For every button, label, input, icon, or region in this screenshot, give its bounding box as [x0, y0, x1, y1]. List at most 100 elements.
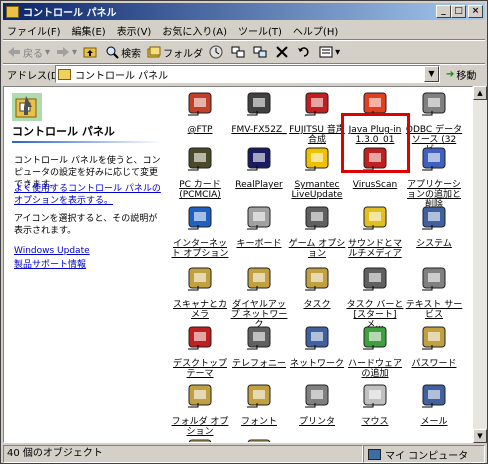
- addremove-icon: [422, 147, 446, 171]
- undo-button[interactable]: [297, 45, 313, 59]
- undo-icon: [298, 47, 309, 57]
- back-arrow-icon: [8, 47, 20, 57]
- menu-file[interactable]: ファイル(F): [7, 23, 61, 38]
- back-button[interactable]: 戻る ▾: [7, 45, 50, 60]
- control-panel-item[interactable]: FMV-FX52Z_: [229, 87, 289, 135]
- title-bar[interactable]: コントロール パネル _ □ ×: [3, 3, 485, 20]
- control-panel-item[interactable]: RealPlayer: [229, 142, 289, 190]
- control-panel-item[interactable]: テレフォニー: [229, 321, 289, 369]
- tasks-icon: [305, 267, 329, 291]
- select-hint-text: アイコンを選択すると、その説明が表示されます。: [14, 214, 158, 236]
- control-panel-item[interactable]: キーボード: [229, 201, 289, 249]
- control-panel-item-label: プリンタ: [298, 417, 335, 427]
- address-input[interactable]: コントロール パネル ▼: [55, 65, 440, 83]
- status-bar: 40 個のオブジェクト マイ コンピュータ: [3, 445, 485, 463]
- control-panel-item[interactable]: デスクトップ テーマ: [170, 321, 230, 379]
- control-panel-item-label: @FTP: [187, 125, 213, 135]
- go-button[interactable]: ➔ 移動: [446, 67, 476, 82]
- control-panel-item-label: メール: [420, 417, 448, 427]
- control-panel-item[interactable]: システム: [404, 201, 464, 249]
- control-panel-item[interactable]: ハードウェアの追加: [345, 321, 405, 379]
- pccard-icon: [188, 147, 212, 171]
- forward-arrow-icon: [57, 47, 70, 57]
- control-panel-item-label: キーボード: [236, 239, 282, 249]
- control-panel-item[interactable]: ゲーム オプション: [287, 201, 347, 259]
- control-panel-item-label: インターネット オプション: [171, 239, 229, 259]
- delete-button[interactable]: [275, 45, 291, 59]
- control-panel-item[interactable]: フォント: [229, 379, 289, 427]
- up-button[interactable]: [83, 45, 99, 59]
- mouse-icon: [363, 384, 387, 408]
- vertical-scrollbar[interactable]: ▲ ▼: [473, 86, 487, 443]
- password-icon: [422, 326, 446, 350]
- control-panel-item[interactable]: @FTP: [170, 87, 230, 135]
- folders-icon: [147, 46, 161, 58]
- scanner-icon: [188, 267, 212, 291]
- views-icon: [319, 46, 333, 58]
- folders-button[interactable]: フォルダ: [147, 45, 203, 60]
- history-button[interactable]: [209, 45, 225, 59]
- go-arrow-icon: ➔: [446, 69, 455, 80]
- control-panel-item[interactable]: サウンドとマルチメディア: [345, 201, 405, 259]
- network-icon: [305, 326, 329, 350]
- control-panel-item-label: パスワード: [411, 359, 457, 369]
- product-support-link[interactable]: 製品サポート情報: [14, 259, 164, 271]
- control-panel-item[interactable]: パスワード: [404, 321, 464, 369]
- control-panel-item[interactable]: メール: [404, 379, 464, 427]
- menu-favorites[interactable]: お気に入り(A): [162, 23, 227, 38]
- scroll-up-button[interactable]: ▲: [473, 86, 487, 100]
- scroll-down-button[interactable]: ▼: [473, 429, 487, 443]
- control-panel-item[interactable]: タスク: [287, 262, 347, 310]
- control-panel-item[interactable]: フォルダ オプション: [170, 379, 230, 437]
- copy-to-button[interactable]: [253, 45, 269, 59]
- control-panel-item[interactable]: ダイヤルアップ ネットワーク: [229, 262, 289, 330]
- control-panel-item[interactable]: [170, 434, 230, 442]
- info-title: コントロール パネル: [12, 125, 115, 138]
- control-panel-icon: [12, 93, 42, 121]
- control-panel-item-label: フォント: [240, 417, 277, 427]
- mail-icon: [422, 384, 446, 408]
- menu-edit[interactable]: 編集(E): [72, 23, 106, 38]
- close-button[interactable]: ×: [468, 5, 483, 18]
- object-count: 40 個のオブジェクト: [3, 445, 363, 463]
- move-to-icon: [231, 46, 245, 58]
- menu-view[interactable]: 表示(V): [117, 23, 152, 38]
- minimize-button[interactable]: _: [436, 5, 451, 18]
- views-button[interactable]: ▾: [319, 45, 340, 59]
- liveupdate-icon: [305, 147, 329, 171]
- control-panel-item[interactable]: インターネット オプション: [170, 201, 230, 259]
- menu-tools[interactable]: ツール(T): [238, 23, 282, 38]
- partial-icon: [188, 439, 212, 442]
- windows-update-link[interactable]: Windows Update: [14, 245, 164, 257]
- control-panel-item[interactable]: PC カード (PCMCIA): [170, 142, 230, 200]
- control-panel-item[interactable]: スキャナとカメラ: [170, 262, 230, 320]
- control-panel-item[interactable]: テキスト サービス: [404, 262, 464, 320]
- control-panel-item[interactable]: マウス: [345, 379, 405, 427]
- search-button[interactable]: 検索: [105, 45, 141, 60]
- control-panel-item-label: テキスト サービス: [405, 300, 463, 320]
- control-panel-item-label: タスク: [303, 300, 331, 310]
- forward-button[interactable]: ▾: [56, 45, 77, 59]
- control-panel-item[interactable]: ネットワーク: [287, 321, 347, 369]
- maximize-button[interactable]: □: [451, 5, 466, 18]
- control-panel-item[interactable]: Symantec LiveUpdate: [287, 142, 347, 200]
- control-panel-item[interactable]: [229, 434, 289, 442]
- delete-icon: [276, 46, 288, 58]
- control-panel-item[interactable]: FUJITSU 音声合成: [287, 87, 347, 145]
- menu-help[interactable]: ヘルプ(H): [293, 23, 338, 38]
- textservice-icon: [422, 267, 446, 291]
- info-pane: コントロール パネル コントロール パネルを使うと、コンピュータの設定を好みに応…: [4, 87, 164, 442]
- control-panel-item-label: スキャナとカメラ: [172, 300, 227, 320]
- menu-bar: ファイル(F) 編集(E) 表示(V) お気に入り(A) ツール(T) ヘルプ(…: [3, 22, 485, 39]
- control-panel-item[interactable]: タスク バーと [スタート] メ...: [345, 262, 405, 330]
- control-panel-item-label: マウス: [361, 417, 389, 427]
- realplayer-icon: [247, 147, 271, 171]
- hardware-icon: [363, 326, 387, 350]
- fonts-icon: [247, 384, 271, 408]
- control-panel-item[interactable]: プリンタ: [287, 379, 347, 427]
- show-all-options-link[interactable]: よく使用するコントロール パネルのオプションを表示する。: [14, 183, 164, 207]
- move-to-button[interactable]: [231, 45, 247, 59]
- control-panel-item[interactable]: アプリケーションの追加と削除: [404, 142, 464, 210]
- address-dropdown-button[interactable]: ▼: [424, 66, 439, 82]
- search-icon: [106, 46, 119, 59]
